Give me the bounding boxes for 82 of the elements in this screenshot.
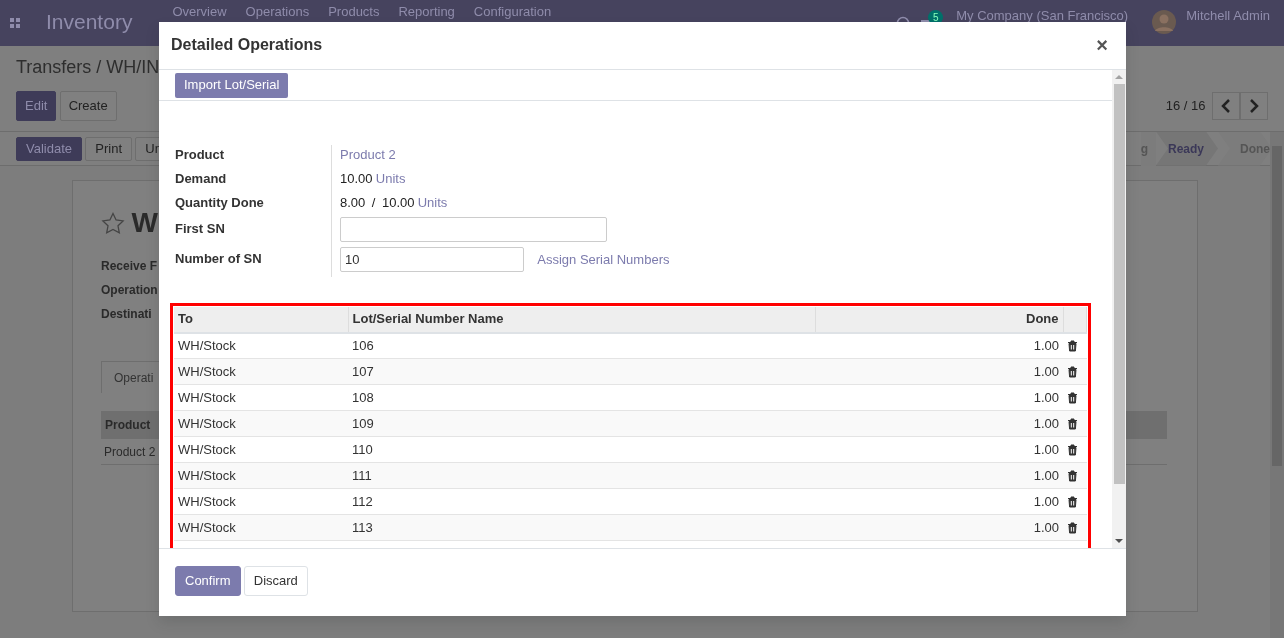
confirm-button[interactable]: Confirm — [175, 565, 241, 596]
table-cell: 109 — [348, 410, 815, 437]
field-label: Destinati — [101, 306, 152, 323]
table-cell: 110 — [348, 436, 815, 463]
menu-item[interactable]: Operations — [245, 4, 310, 20]
record-title: W — [131, 209, 158, 237]
dialog-title: Detailed Operations — [171, 35, 323, 56]
trash-icon[interactable] — [1067, 417, 1078, 430]
column-header[interactable]: Done — [815, 306, 1063, 333]
table-cell: 108 — [348, 384, 815, 411]
table-cell: 1.00 — [815, 410, 1063, 437]
star-icon[interactable] — [101, 211, 125, 235]
field-value: 10.00 — [340, 169, 373, 188]
table-cell: WH/Stock — [174, 514, 348, 541]
unit-link[interactable]: Units — [375, 168, 406, 188]
action-button[interactable]: Print — [85, 136, 132, 161]
table-cell: WH/Stock — [174, 436, 348, 463]
unit-link[interactable]: Units — [417, 192, 448, 212]
scrollbar-thumb[interactable] — [1113, 83, 1125, 484]
table-cell: 1.00 — [815, 358, 1063, 385]
table-cell: WH/Stock — [174, 410, 348, 437]
create-button[interactable]: Create — [59, 91, 117, 121]
trash-icon[interactable] — [1067, 391, 1078, 404]
field-label: Product — [175, 145, 226, 164]
trash-icon[interactable] — [1067, 521, 1078, 534]
input-field[interactable]: 10 — [340, 246, 524, 272]
table-cell: 1.00 — [815, 462, 1063, 489]
menu-item[interactable]: Configuration — [473, 4, 552, 20]
edit-button[interactable]: Edit — [16, 91, 57, 121]
table-cell: 1.00 — [815, 384, 1063, 411]
import-button[interactable]: Import Lot/Serial — [175, 72, 289, 98]
trash-icon[interactable] — [1067, 443, 1078, 456]
field-label: Quantity Done — [175, 193, 265, 212]
scrollbar[interactable] — [1270, 132, 1284, 638]
table-cell: 113 — [348, 514, 815, 541]
app-title: Inventory — [46, 9, 133, 35]
field-label: Operation — [101, 282, 158, 299]
menu-item[interactable]: Products — [328, 4, 380, 20]
table-cell: Product 2 — [104, 445, 156, 459]
table-cell: 1.00 — [815, 332, 1063, 359]
column-header[interactable]: Lot/Serial Number Name — [348, 306, 815, 333]
pager-value: 16 / 16 — [1165, 97, 1206, 116]
table-cell: 112 — [348, 488, 815, 515]
table-cell: WH/Stock — [174, 488, 348, 515]
close-button[interactable]: × — [1090, 34, 1114, 57]
table-cell: WH/Stock — [174, 462, 348, 489]
separator-text: / — [371, 193, 376, 212]
field-label: Number of SN — [175, 249, 263, 268]
menu-item[interactable]: Overview — [172, 4, 227, 20]
status-stage[interactable]: Ready — [1155, 131, 1218, 166]
menu-item[interactable]: Reporting — [398, 4, 455, 20]
validate-button[interactable]: Validate — [16, 136, 82, 161]
field-label: Receive F — [101, 258, 158, 275]
table-cell: WH/Stock — [174, 358, 348, 385]
discard-button[interactable]: Discard — [243, 565, 308, 596]
column-header[interactable]: To — [174, 306, 348, 333]
apps-menu-icon[interactable] — [10, 18, 20, 28]
table-cell: 107 — [348, 358, 815, 385]
table-cell: 111 — [348, 462, 815, 489]
trash-icon[interactable] — [1067, 339, 1078, 352]
table-cell: 1.00 — [815, 488, 1063, 515]
table-cell: 106 — [348, 332, 815, 359]
next-button[interactable] — [1240, 92, 1268, 120]
field-label: Demand — [175, 169, 228, 188]
scroll-down-icon[interactable] — [1114, 536, 1124, 545]
table-cell: WH/Stock — [174, 384, 348, 411]
table-cell: 1.00 — [815, 514, 1063, 541]
trash-icon[interactable] — [1067, 469, 1078, 482]
table-cell: 1.00 — [815, 436, 1063, 463]
trash-icon[interactable] — [1067, 495, 1078, 508]
field-value: 8.00 — [340, 193, 366, 212]
input-field[interactable] — [340, 216, 607, 242]
column-header: Product — [105, 418, 151, 432]
field-value: 10.00 — [381, 193, 415, 212]
trash-icon[interactable] — [1067, 365, 1078, 378]
scroll-up-icon[interactable] — [1114, 72, 1124, 81]
table-cell: WH/Stock — [174, 332, 348, 359]
previous-button[interactable] — [1212, 92, 1240, 120]
user-menu[interactable]: Mitchell Admin — [1186, 8, 1270, 34]
field-label: First SN — [175, 219, 226, 238]
product-link[interactable]: Product 2 — [340, 144, 396, 164]
assign-link[interactable]: Assign Serial Numbers — [537, 246, 670, 272]
